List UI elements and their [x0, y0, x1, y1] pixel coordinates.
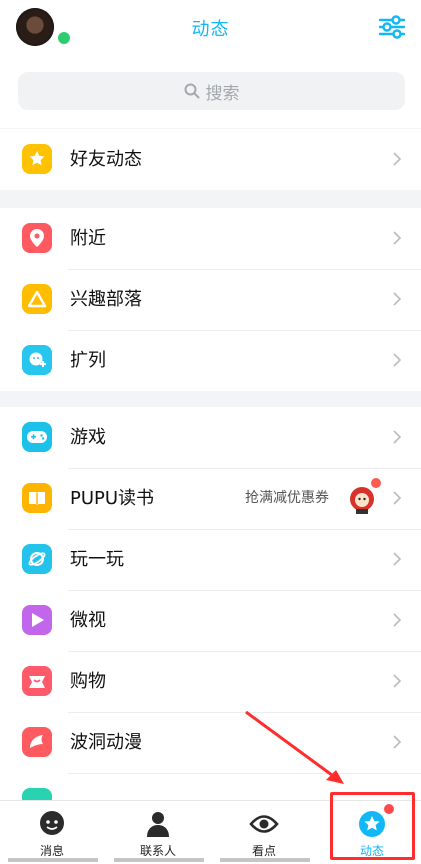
- tab-messages[interactable]: 消息: [12, 801, 92, 864]
- tab-label: 联系人: [139, 844, 176, 858]
- tab-label: 看点: [251, 844, 276, 858]
- highlight-box: [330, 792, 415, 860]
- home-indicator: [220, 858, 310, 862]
- tab-label: 消息: [39, 844, 64, 858]
- annotation-arrow: [245, 710, 344, 784]
- message-bubble-icon: [40, 811, 64, 835]
- tab-contacts[interactable]: 联系人: [118, 801, 198, 864]
- home-indicator: [114, 858, 204, 862]
- contacts-icon: [147, 812, 169, 837]
- tab-highlights[interactable]: 看点: [224, 801, 304, 864]
- eye-icon: [249, 815, 279, 833]
- home-indicator: [8, 858, 98, 862]
